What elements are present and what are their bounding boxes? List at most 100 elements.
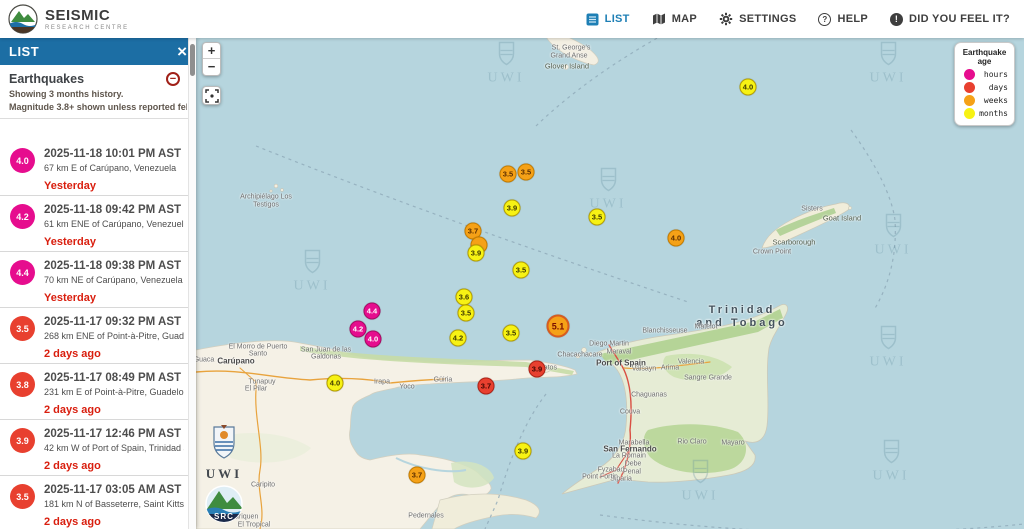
earthquake-marker[interactable]: 4.4 (364, 303, 381, 320)
legend-color-dot (964, 82, 975, 93)
list-sidebar: LIST × Earthquakes Showing 3 months hist… (0, 38, 196, 529)
earthquake-marker[interactable]: 3.6 (456, 289, 473, 306)
earthquake-marker[interactable]: 3.5 (458, 305, 475, 322)
quake-age: 2 days ago (44, 516, 184, 528)
history-note: Showing 3 months history. (9, 89, 187, 99)
earthquake-marker[interactable]: 3.5 (518, 164, 535, 181)
earthquake-marker[interactable]: 4.2 (350, 321, 367, 338)
quake-age: 2 days ago (44, 348, 184, 360)
zoom-in-button[interactable]: + (203, 43, 220, 59)
earthquake-marker[interactable]: 3.5 (589, 209, 606, 226)
earthquake-marker[interactable]: 3.5 (503, 325, 520, 342)
quake-age: 2 days ago (44, 404, 184, 416)
quake-time: 2025-11-17 12:46 PM AST (44, 428, 184, 440)
gear-icon (719, 12, 733, 26)
scrollbar-thumb[interactable] (190, 44, 195, 76)
quake-location: 231 km E of Point-à-Pitre, Guadeloupe (44, 387, 184, 397)
map-icon (652, 12, 666, 26)
top-header: SEISMIC RESEARCH CENTRE LIST MAP (0, 0, 1024, 38)
nav-label-dyfi: DID YOU FEEL IT? (909, 13, 1010, 25)
seismic-app: UWIUWIUWIUWIUWIUWIUWIUWI St. George'sGra… (0, 0, 1024, 529)
map-attribution-logos: UWI SRC (200, 425, 248, 523)
center-map-button[interactable] (202, 86, 221, 105)
earthquake-marker[interactable]: 3.9 (468, 245, 485, 262)
list-item[interactable]: 3.9 2025-11-17 12:46 PM AST 42 km W of Por… (0, 420, 188, 476)
main-nav: LIST MAP (586, 12, 1024, 26)
quake-age: Yesterday (44, 292, 184, 304)
magnitude-badge: 4.0 (10, 148, 35, 173)
sidebar-header: LIST × (0, 38, 196, 65)
earthquake-marker[interactable]: 4.2 (450, 330, 467, 347)
close-icon[interactable]: × (177, 43, 187, 60)
map-terrain (196, 38, 1024, 529)
list-item[interactable]: 3.5 2025-11-17 09:32 PM AST268 km ENE of … (0, 308, 188, 364)
quake-text: 2025-11-17 03:05 AM AST 181 km N of Basse… (44, 484, 184, 529)
nav-label-help: HELP (837, 13, 868, 25)
quake-location: 61 km ENE of Carúpano, Venezuela (44, 219, 184, 229)
list-item[interactable]: 3.82025-11-17 08:49 PM AST231 km E of Po… (0, 364, 188, 420)
legend-entry-label: days (989, 83, 1008, 92)
magnitude-note: Magnitude 3.8+ shown unless reported fel… (9, 102, 187, 112)
map-zoom-control: + − (202, 42, 221, 76)
sidebar-title: LIST (9, 44, 39, 59)
quake-text: 2025-11-17 08:49 PM AST231 km E of Point… (44, 372, 184, 419)
sidebar-scrollbar[interactable] (188, 38, 196, 529)
legend-color-dot (964, 108, 975, 119)
legend-entry-label: weeks (984, 96, 1008, 105)
nav-label-map: MAP (672, 13, 697, 25)
magnitude-badge: 3.5 (10, 484, 35, 509)
map-canvas[interactable]: UWIUWIUWIUWIUWIUWIUWIUWI St. George'sGra… (196, 38, 1024, 529)
src-logo: SRC (205, 485, 243, 523)
brand: SEISMIC RESEARCH CENTRE (0, 4, 129, 34)
magnitude-badge: 4.2 (10, 204, 35, 229)
list-item[interactable]: 4.22025-11-18 09:42 PM AST61 km ENE of C… (0, 196, 188, 252)
nav-label-settings: SETTINGS (739, 13, 796, 25)
nav-label-list: LIST (605, 13, 630, 25)
earthquake-marker[interactable]: 3.9 (504, 200, 521, 217)
earthquake-marker[interactable]: 4.0 (668, 230, 685, 247)
quake-time: 2025-11-17 03:05 AM AST (44, 484, 184, 496)
nav-item-settings[interactable]: SETTINGS (719, 12, 796, 26)
nav-item-did-you-feel-it[interactable]: ! DID YOU FEEL IT? (890, 13, 1010, 26)
nav-item-list[interactable]: LIST (586, 13, 630, 26)
center-map-icon (205, 89, 219, 103)
brand-name: SEISMIC (45, 8, 129, 23)
earthquake-marker[interactable]: 4.0 (327, 375, 344, 392)
uwi-logo-text: UWI (200, 466, 248, 482)
magnitude-badge: 4.4 (10, 260, 35, 285)
list-item[interactable]: 4.02025-11-18 10:01 PM AST67 km E of Car… (0, 140, 188, 196)
earthquake-marker[interactable]: 3.5 (513, 262, 530, 279)
zoom-out-button[interactable]: − (203, 59, 220, 75)
brand-subtitle: RESEARCH CENTRE (45, 25, 129, 31)
earthquake-marker[interactable]: 4.0 (740, 79, 757, 96)
exclamation-icon: ! (890, 13, 903, 26)
quake-location: 268 km ENE of Point-à-Pitre, Guadeloupe (44, 331, 184, 341)
quake-location: 42 km W of Port of Spain, Trinidad and T… (44, 443, 184, 453)
nav-item-help[interactable]: ? HELP (818, 13, 868, 26)
quake-age: 2 days ago (44, 460, 184, 472)
legend-title: Earthquake age (961, 48, 1008, 66)
list-item[interactable]: 4.42025-11-18 09:38 PM AST70 km NE of Ca… (0, 252, 188, 308)
quake-text: 2025-11-17 09:32 PM AST268 km ENE of Poi… (44, 316, 184, 363)
magnitude-badge: 3.5 (10, 316, 35, 341)
earthquake-age-legend: Earthquake age hoursdaysweeksmonths (954, 42, 1015, 126)
earthquake-marker[interactable]: 3.9 (529, 361, 546, 378)
earthquake-marker[interactable]: 3.9 (515, 443, 532, 460)
quake-location: 181 km N of Basseterre, Saint Kitts and … (44, 499, 184, 509)
collapse-icon[interactable]: − (166, 72, 180, 86)
seismic-logo-icon (8, 4, 38, 34)
magnitude-badge: 3.9 (10, 428, 35, 453)
list-item[interactable]: 3.5 2025-11-17 03:05 AM AST 181 km N of Ba… (0, 476, 188, 529)
quake-time: 2025-11-18 10:01 PM AST (44, 148, 184, 160)
earthquake-marker[interactable]: 3.7 (409, 467, 426, 484)
quake-age: Yesterday (44, 180, 184, 192)
earthquake-marker[interactable]: 3.7 (478, 378, 495, 395)
earthquake-marker[interactable]: 3.5 (500, 166, 517, 183)
quake-text: 2025-11-17 12:46 PM AST 42 km W of Port o… (44, 428, 184, 475)
earthquake-marker[interactable]: 4.0 (365, 331, 382, 348)
legend-color-dot (964, 69, 975, 80)
earthquake-marker[interactable]: 5.1 (547, 315, 570, 338)
nav-item-map[interactable]: MAP (652, 12, 697, 26)
legend-entry: weeks (961, 95, 1008, 106)
quake-location: 70 km NE of Carúpano, Venezuela (44, 275, 184, 285)
